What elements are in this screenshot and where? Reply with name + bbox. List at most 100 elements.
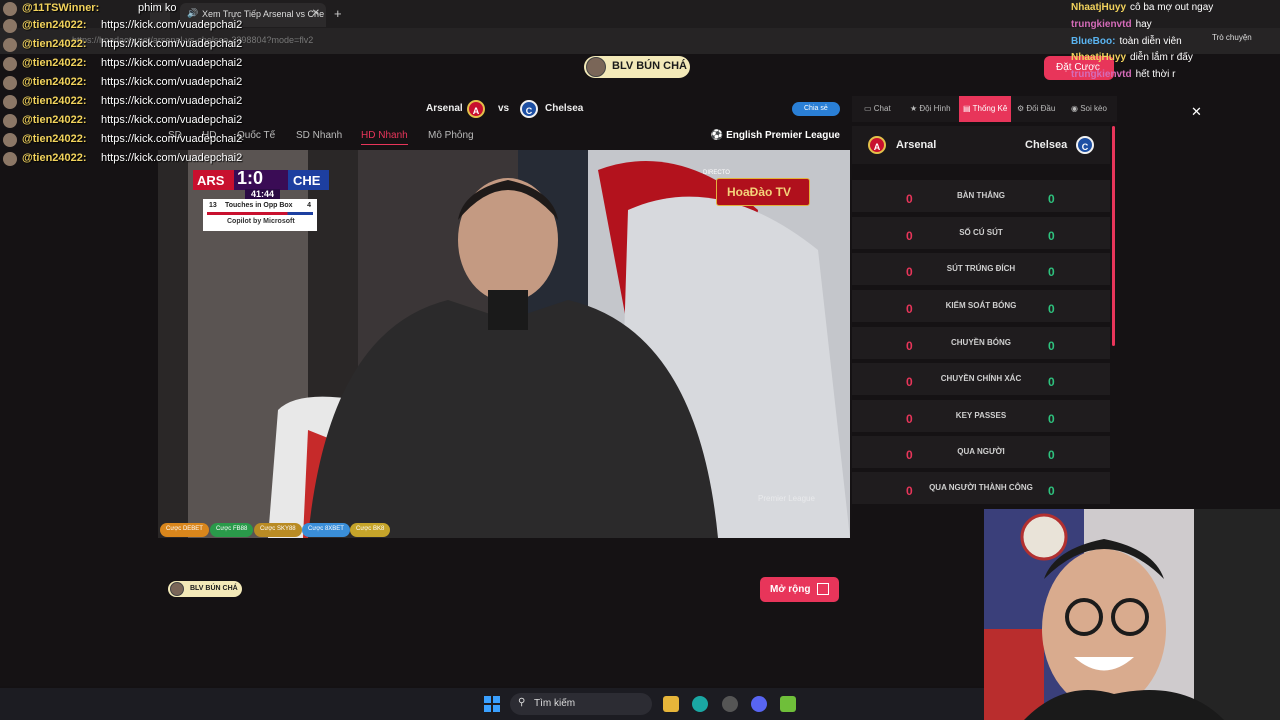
stat-name: QUA NGƯỜI THÀNH CÔNG (929, 483, 1033, 492)
tab-hd-nhanh[interactable]: HD Nhanh (361, 130, 408, 145)
stat-row-passes: 0 CHUYỀN BÓNG 0 (852, 327, 1110, 359)
stat-row-key-passes: 0 KEY PASSES 0 (852, 400, 1110, 432)
tab-mo-phong[interactable]: Mô Phỏng (428, 130, 474, 141)
chat-user: NhaatjHuyy (1071, 52, 1127, 63)
screen: 🔊 Xem Trực Tiếp Arsenal vs Che ✕ + https… (0, 0, 1280, 720)
match-header: Arsenal A vs C Chelsea (158, 96, 850, 122)
stat-name: KEY PASSES (955, 411, 1007, 420)
bet-pill-fb88[interactable]: Cược FB88 (210, 523, 254, 537)
expand-button[interactable]: Mở rộng (760, 577, 839, 602)
stat-home: 0 (906, 484, 913, 498)
stat-away: 0 (1048, 265, 1055, 279)
stat-name: CHUYỀN CHÍNH XÁC (940, 374, 1022, 383)
expand-label: Mở rộng (770, 584, 811, 595)
stats-away-team: Chelsea (1025, 139, 1068, 151)
tab-lineup[interactable]: ★ Đội Hình (910, 104, 951, 113)
taskbar: ⚲ Tìm kiếm (0, 688, 984, 720)
stat-away: 0 (1048, 339, 1055, 353)
star-icon: ★ (910, 104, 920, 113)
chat-message: NhaatjHuyy diễn lắm r đấy (1071, 52, 1193, 63)
windows-start-icon[interactable] (484, 696, 500, 712)
stat-name: BÀN THẮNG (957, 191, 1005, 200)
tab-head-to-head[interactable]: ⚙ Đối Đầu (1017, 104, 1055, 113)
chat-text: https://kick.com/vuadepchai2 (101, 57, 243, 69)
chat-text: hết thời r (1135, 69, 1176, 80)
share-button[interactable]: Chia sẻ (792, 102, 840, 116)
stat-name: SỐ CÚ SÚT (959, 228, 1003, 237)
broadcaster-logo-text: HoaĐào TV (727, 185, 792, 199)
stat-home: 0 (906, 302, 913, 316)
stat-row-possession: 0 KIỂM SOÁT BÓNG 0 (852, 290, 1110, 322)
avatar (3, 152, 17, 166)
file-explorer-icon[interactable] (663, 696, 679, 712)
bet-pill-debet[interactable]: Cược DEBET (160, 523, 209, 537)
stat-home: 0 (906, 339, 913, 353)
chat-user: trungkienvtd (1071, 69, 1132, 80)
tab-stats[interactable]: ▤ Thống Kê (959, 96, 1012, 122)
chat-text: hay (1135, 19, 1152, 30)
close-icon[interactable]: ✕ (1191, 104, 1202, 120)
chat-text: toàn diễn viên (1119, 36, 1182, 47)
stat-away-value: 4 (307, 202, 311, 209)
stat-home-value: 13 (209, 202, 217, 209)
commentator-badge-small[interactable]: BLV BÚN CHÁ (168, 581, 242, 597)
chat-message: @tien24022: https://kick.com/vuadepchai2 (0, 131, 260, 149)
stat-name: KIỂM SOÁT BÓNG (945, 301, 1017, 310)
stats-scrollbar[interactable] (1112, 126, 1115, 346)
stream-chat-overlay-right: NhaatjHuyy cô ba mợ out ngay trungkienvtd… (1068, 0, 1280, 84)
chat-user: @tien24022: (22, 152, 87, 164)
chat-text: https://kick.com/vuadepchai2 (101, 76, 243, 88)
odds-icon: ◉ (1071, 104, 1081, 113)
new-tab-icon[interactable]: + (334, 6, 342, 21)
webcam-feed (984, 509, 1280, 720)
avatar (170, 582, 184, 596)
chat-user: @tien24022: (22, 95, 87, 107)
bet-pill-8xbet[interactable]: Cược 8XBET (302, 523, 350, 537)
taskbar-search[interactable]: ⚲ Tìm kiếm (510, 693, 652, 715)
app-icon[interactable] (780, 696, 796, 712)
bet-pill-sky88[interactable]: Cược SKY88 (254, 523, 302, 537)
obs-icon[interactable] (722, 696, 738, 712)
h2h-icon: ⚙ (1017, 104, 1027, 113)
stat-name: CHUYỀN BÓNG (950, 338, 1011, 347)
league-name: English Premier League (726, 130, 840, 141)
vs-label: vs (498, 103, 510, 114)
chelsea-crest-icon: C (1076, 136, 1094, 154)
tab-chat[interactable]: ▭ Chat (864, 104, 891, 113)
stats-home-team: Arsenal (896, 139, 937, 151)
share-label: Chia sẻ (804, 105, 828, 112)
chat-text: phim ko (138, 2, 177, 14)
tab-odds[interactable]: ◉ Soi kèo (1071, 104, 1107, 113)
chat-app-label[interactable]: Trò chuyện (1212, 33, 1252, 42)
close-tab-icon[interactable]: ✕ (312, 8, 320, 19)
stat-row-dribbles: 0 QUA NGƯỜI 0 (852, 436, 1110, 468)
discord-icon[interactable] (751, 696, 767, 712)
chat-text: https://kick.com/vuadepchai2 (101, 38, 243, 50)
tab-odds-label: Soi kèo (1080, 104, 1107, 113)
chat-user: @11TSWinner: (22, 2, 100, 14)
stat-bar (207, 212, 313, 215)
live-label: DIRECTO (703, 170, 730, 176)
side-panel-tabs: ▭ Chat ★ Đội Hình ▤ Thống Kê ⚙ Đối Đầu ◉… (852, 96, 1117, 122)
stat-home: 0 (906, 192, 913, 206)
stat-row-shots-on-target: 0 SÚT TRÚNG ĐÍCH 0 (852, 253, 1110, 285)
chat-message: BlueBoo: toàn diễn viên (1071, 36, 1182, 47)
match-clock: 41:44 (245, 189, 281, 199)
commentator-badge[interactable]: BLV BÚN CHÁ (584, 56, 690, 78)
bet-pill-bk8[interactable]: Cược BK8 (350, 523, 391, 537)
stat-name: SÚT TRÚNG ĐÍCH (946, 264, 1016, 273)
tab-sd-nhanh[interactable]: SD Nhanh (296, 130, 342, 141)
stream-chat-overlay-left: @11TSWinner: phim ko @tien24022: https://k… (0, 0, 260, 172)
commentator-name: BLV BÚN CHÁ (612, 60, 687, 72)
stat-home: 0 (906, 375, 913, 389)
chat-text: diễn lắm r đấy (1130, 52, 1193, 63)
chat-text: https://kick.com/vuadepchai2 (101, 152, 243, 164)
league-label: ⚽ English Premier League (711, 130, 840, 141)
chelsea-crest-icon: C (520, 100, 538, 118)
chat-user: @tien24022: (22, 114, 87, 126)
avatar (3, 57, 17, 71)
away-abbr: CHE (293, 173, 321, 188)
stat-name: QUA NGƯỜI (957, 447, 1005, 456)
edge-browser-icon[interactable] (692, 696, 708, 712)
stat-row-accurate-passes: 0 CHUYỀN CHÍNH XÁC 0 (852, 363, 1110, 395)
